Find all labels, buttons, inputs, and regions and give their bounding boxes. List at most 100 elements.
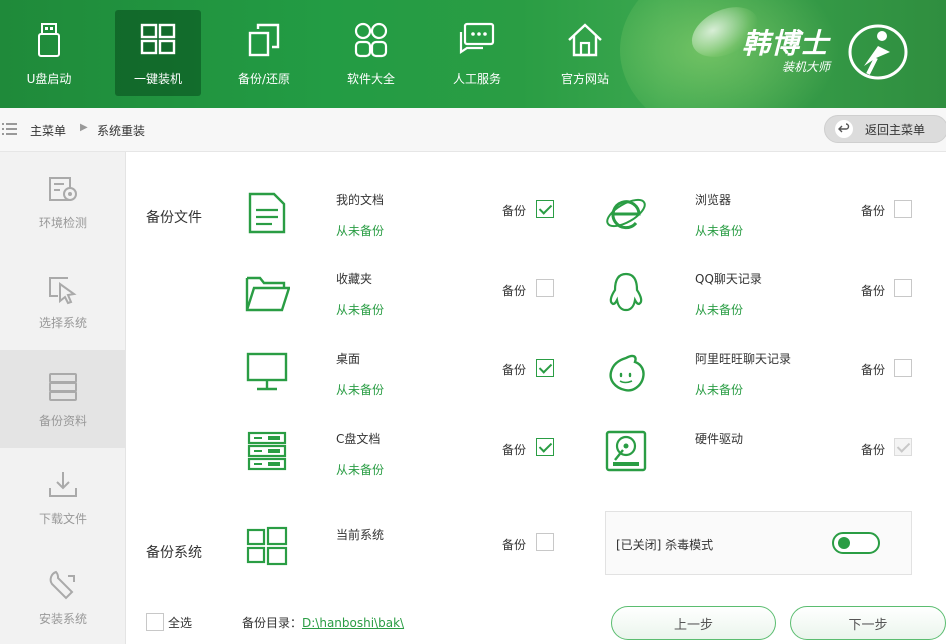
backup-hardware-driver-checkbox[interactable]	[894, 438, 912, 456]
breadcrumb-current: 系统重装	[97, 124, 146, 138]
ie-browser-icon	[606, 198, 646, 230]
sidebar-label: 备份资料	[38, 414, 87, 428]
antivirus-mode-toggle[interactable]	[832, 532, 880, 554]
backup-data-icon	[49, 373, 77, 401]
item-qq-chat-status: 从未备份	[695, 303, 744, 317]
windows-icon	[140, 23, 176, 55]
backup-current-system-checkbox[interactable]	[536, 533, 554, 551]
backup-label: 备份	[502, 443, 527, 457]
backup-dir-label: 备份目录：	[242, 616, 303, 630]
item-current-system-name: 当前系统	[336, 528, 385, 542]
item-hardware-driver-name: 硬件驱动	[695, 432, 744, 446]
brand-logo-text: 韩博士 装机大师	[742, 22, 830, 74]
sidebar-item-install-system[interactable]: 安装系统	[0, 548, 126, 644]
back-arrow-icon	[835, 120, 853, 138]
home-icon	[568, 23, 602, 57]
nav-support[interactable]: 人工服务	[434, 10, 520, 96]
breadcrumb-root[interactable]: 主菜单	[30, 122, 66, 139]
nav-label: 官方网站	[560, 72, 609, 86]
breadcrumb-arrow-icon: ▶	[80, 122, 88, 133]
backup-c-drive-docs-checkbox[interactable]	[536, 438, 554, 456]
brand-logo-icon	[848, 24, 908, 80]
item-favorites-status: 从未备份	[336, 303, 385, 317]
item-browser-status: 从未备份	[695, 224, 744, 238]
chat-icon	[459, 22, 495, 55]
backup-label: 备份	[861, 363, 886, 377]
backup-system-title: 备份系统	[146, 545, 202, 561]
prev-step-button[interactable]: 上一步	[611, 606, 776, 640]
usb-drive-icon	[38, 23, 60, 57]
breadcrumb: 主菜单 ▶ 系统重装	[0, 108, 946, 152]
item-my-documents-status: 从未备份	[336, 224, 385, 238]
nav-label: 人工服务	[452, 72, 501, 86]
download-icon	[49, 472, 77, 497]
backup-dir-row: 备份目录：D:\hanboshi\bak\	[242, 614, 404, 631]
item-aliwangwang-name: 阿里旺旺聊天记录	[695, 352, 792, 366]
item-aliwangwang-status: 从未备份	[695, 383, 744, 397]
item-browser-name: 浏览器	[695, 193, 732, 207]
backup-browser-checkbox[interactable]	[894, 200, 912, 218]
nav-one-click-install[interactable]: 一键装机	[115, 10, 201, 96]
sidebar-item-download-files[interactable]: 下载文件	[0, 448, 126, 546]
backup-dir-link[interactable]: D:\hanboshi\bak\	[302, 616, 404, 630]
backup-favorites-checkbox[interactable]	[536, 279, 554, 297]
antivirus-mode-label: [已关闭] 杀毒模式	[616, 538, 714, 552]
select-all-label: 全选	[168, 616, 193, 630]
backup-aliwangwang-checkbox[interactable]	[894, 359, 912, 377]
sidebar-item-backup-data[interactable]: 备份资料	[0, 350, 126, 448]
nav-label: U盘启动	[26, 72, 72, 86]
backup-restore-icon	[248, 23, 280, 57]
menu-list-icon	[2, 123, 17, 135]
document-icon	[248, 192, 286, 234]
sidebar-item-environment-check[interactable]: 环境检测	[0, 152, 126, 250]
backup-my-documents-checkbox[interactable]	[536, 200, 554, 218]
sidebar-label: 下载文件	[38, 512, 87, 526]
sidebar-label: 选择系统	[38, 316, 87, 330]
backup-label: 备份	[502, 204, 527, 218]
item-favorites-name: 收藏夹	[336, 272, 373, 286]
wrench-install-icon	[49, 570, 75, 600]
item-qq-chat-name: QQ聊天记录	[695, 272, 762, 286]
backup-label: 备份	[861, 443, 886, 457]
nav-software[interactable]: 软件大全	[328, 10, 414, 96]
nav-official-site[interactable]: 官方网站	[542, 10, 628, 96]
item-my-documents-name: 我的文档	[336, 193, 385, 207]
backup-files-title: 备份文件	[146, 210, 202, 226]
item-c-drive-docs-name: C盘文档	[336, 432, 381, 446]
nav-label: 备份/还原	[237, 72, 291, 86]
backup-qq-chat-checkbox[interactable]	[894, 279, 912, 297]
nav-label: 软件大全	[346, 72, 395, 86]
toggle-knob	[838, 537, 850, 549]
next-step-button[interactable]: 下一步	[790, 606, 946, 640]
monitor-icon	[246, 352, 288, 391]
aliwangwang-icon	[609, 354, 645, 392]
sidebar-label: 环境检测	[38, 216, 87, 230]
back-to-main-button[interactable]: 返回主菜单	[824, 115, 946, 143]
select-all-checkbox[interactable]	[146, 613, 164, 631]
sidebar-item-select-system[interactable]: 选择系统	[0, 252, 126, 350]
item-desktop-name: 桌面	[336, 352, 361, 366]
hard-drive-icon	[605, 430, 647, 472]
nav-label: 一键装机	[133, 72, 182, 86]
cursor-select-icon	[49, 277, 77, 305]
nav-backup-restore[interactable]: 备份/还原	[221, 10, 307, 96]
windows-system-icon	[246, 526, 288, 566]
back-button-label: 返回主菜单	[865, 122, 926, 137]
backup-label: 备份	[502, 284, 527, 298]
apps-grid-icon	[354, 22, 388, 58]
backup-desktop-checkbox[interactable]	[536, 359, 554, 377]
antivirus-mode-panel: [已关闭] 杀毒模式	[605, 511, 912, 575]
backup-label: 备份	[861, 284, 886, 298]
backup-label: 备份	[861, 204, 886, 218]
brand-subtitle: 装机大师	[782, 60, 831, 74]
nav-usb-boot[interactable]: U盘启动	[6, 10, 92, 96]
backup-label: 备份	[502, 538, 527, 552]
item-desktop-status: 从未备份	[336, 383, 385, 397]
folder-icon	[245, 276, 290, 312]
top-header: U盘启动 一键装机 备份/还原 软件大全 人工服务 官方网站 韩博士 装机大师	[0, 0, 946, 108]
brand-title: 韩博士	[742, 27, 830, 60]
qq-penguin-icon	[609, 272, 643, 312]
item-c-drive-docs-status: 从未备份	[336, 463, 385, 477]
sidebar-label: 安装系统	[38, 612, 87, 626]
server-rack-icon	[247, 431, 287, 471]
